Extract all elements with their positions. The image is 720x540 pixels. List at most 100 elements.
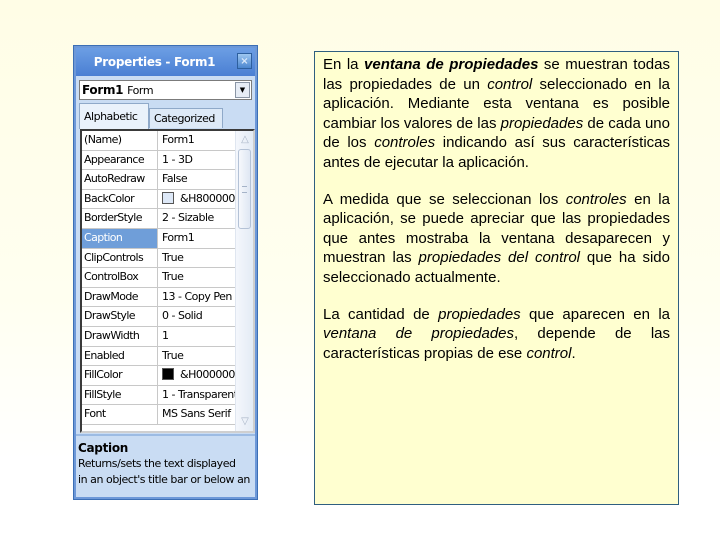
color-swatch — [162, 368, 174, 381]
property-row[interactable]: ControlBox True — [82, 268, 237, 288]
emphasis-text: propiedades del control — [418, 249, 580, 267]
property-value-text: Form1 — [162, 133, 195, 146]
description-title: Caption — [78, 441, 129, 455]
property-name[interactable]: AutoRedraw — [82, 170, 158, 189]
explanation-text-box: En la ventana de propiedades se muestran… — [314, 51, 679, 505]
property-value-text: &H000000 — [180, 368, 235, 382]
paragraph-3: La cantidad de propiedades que aparecen … — [323, 305, 670, 364]
property-name[interactable]: BorderStyle — [82, 209, 158, 228]
property-name[interactable]: Enabled — [82, 346, 158, 366]
property-value-text: False — [162, 172, 188, 186]
emphasis-text: propiedades — [500, 114, 584, 132]
text-run: que aparecen en la — [520, 305, 670, 323]
emphasis-text: controles — [374, 134, 436, 152]
color-swatch — [162, 191, 174, 204]
property-value[interactable]: 1 - 3D — [159, 151, 237, 170]
object-selector[interactable]: Form1 Form ▼ — [79, 80, 252, 100]
paragraph-2: A medida que se seleccionan los controle… — [323, 190, 670, 288]
property-value-text: 0 - Solid — [162, 309, 203, 323]
vertical-scrollbar[interactable]: △ ▽ — [235, 131, 253, 431]
property-value[interactable]: &H000000 — [159, 366, 237, 385]
emphasis-text: control — [487, 75, 533, 93]
property-value-text: 13 - Copy Pen — [162, 289, 232, 303]
tab-alphabetic[interactable]: Alphabetic — [79, 103, 149, 129]
property-value[interactable]: 13 - Copy Pen — [159, 288, 237, 307]
property-row[interactable]: DrawWidth 1 — [82, 327, 237, 347]
object-name: Form1 — [82, 83, 124, 97]
property-value[interactable]: 1 - Transparent — [159, 386, 237, 405]
scroll-up-icon[interactable]: △ — [238, 133, 252, 147]
property-row[interactable]: Appearance 1 - 3D — [82, 150, 237, 171]
paragraph-1: En la ventana de propiedades se muestran… — [323, 55, 670, 173]
text-run: A medida que se seleccionan los — [323, 190, 566, 208]
property-name[interactable]: BackColor — [82, 189, 158, 209]
property-row[interactable]: DrawStyle 0 - Solid — [82, 307, 237, 327]
property-name[interactable]: FillColor — [82, 366, 158, 385]
property-row[interactable]: Enabled True — [82, 346, 237, 367]
property-value[interactable]: Form1 — [159, 131, 237, 150]
property-value-text: &H800000 — [180, 191, 235, 205]
property-name[interactable]: Caption — [82, 229, 158, 248]
property-name[interactable]: DrawMode — [82, 287, 158, 307]
description-divider[interactable] — [76, 434, 255, 436]
property-row[interactable]: BackColor &H800000 — [82, 189, 237, 210]
property-row[interactable]: FillStyle 1 - Transparent — [82, 385, 237, 406]
property-name[interactable]: Font — [82, 405, 158, 424]
property-name[interactable]: ControlBox — [82, 268, 158, 287]
text-run: En la — [323, 56, 365, 73]
property-value-text: 1 — [162, 329, 169, 342]
property-row[interactable]: ClipControls True — [82, 248, 237, 269]
emphasis-text: ventana de propiedades — [323, 325, 515, 343]
emphasis-text: controles — [565, 190, 627, 208]
chevron-down-icon[interactable]: ▼ — [235, 82, 250, 98]
strong-emphasis: ventana de propiedades — [364, 56, 538, 73]
tab-categorized[interactable]: Categorized — [149, 108, 223, 128]
description-line: Returns/sets the text displayed — [78, 457, 236, 470]
property-value-text: MS Sans Serif — [162, 407, 231, 421]
scroll-down-icon[interactable]: ▽ — [238, 415, 252, 429]
property-value-text: 1 - Transparent — [162, 387, 237, 401]
title-bar[interactable]: Properties - Form1 × — [76, 48, 255, 76]
property-row[interactable]: AutoRedraw False — [82, 170, 237, 190]
property-value[interactable]: 1 — [159, 327, 237, 346]
property-value[interactable]: MS Sans Serif — [159, 405, 237, 424]
close-icon[interactable]: × — [237, 53, 252, 69]
property-value[interactable]: 0 - Solid — [159, 307, 237, 326]
property-name[interactable]: ClipControls — [82, 248, 158, 268]
property-value[interactable]: 2 - Sizable — [159, 209, 237, 228]
property-row[interactable]: FillColor &H000000 — [82, 366, 237, 386]
property-grid: (Name) Form1 Appearance 1 - 3D AutoRedraw Fal… — [80, 129, 255, 433]
property-value-text: True — [162, 270, 184, 284]
property-value[interactable]: True — [159, 268, 237, 287]
property-value[interactable]: True — [159, 347, 237, 366]
property-row[interactable]: (Name) Form1 — [82, 131, 237, 151]
property-value[interactable]: Form1 — [159, 229, 237, 248]
property-row[interactable]: DrawMode 13 - Copy Pen — [82, 287, 237, 308]
object-type: Form — [127, 84, 154, 97]
property-value[interactable]: True — [159, 249, 237, 268]
property-value-text: True — [162, 250, 184, 264]
property-row[interactable]: Caption Form1 — [82, 229, 237, 249]
window-title: Properties - Form1 — [93, 55, 216, 69]
property-value-text: 2 - Sizable — [162, 211, 214, 225]
property-value[interactable]: &H800000 — [159, 190, 237, 209]
description-line: in an object's title bar or below an — [78, 473, 250, 486]
property-value-text: 1 - 3D — [162, 152, 193, 166]
tab-strip: Alphabetic Categorized — [79, 103, 254, 129]
property-name[interactable]: (Name) — [82, 131, 158, 150]
property-value[interactable]: False — [159, 170, 237, 189]
scroll-thumb[interactable] — [238, 149, 251, 229]
emphasis-text: control — [526, 344, 572, 362]
description-pane: Caption Returns/sets the text displayed … — [78, 438, 255, 496]
property-name[interactable]: DrawWidth — [82, 327, 158, 346]
property-row[interactable]: Font MS Sans Serif — [82, 405, 237, 425]
text-run: . — [571, 344, 576, 362]
property-value-text: True — [162, 348, 184, 362]
property-name[interactable]: DrawStyle — [82, 307, 158, 326]
property-name[interactable]: Appearance — [82, 150, 158, 170]
emphasis-text: ventana de propiedades — [364, 56, 539, 73]
properties-window: Properties - Form1 × Form1 Form ▼ Alphab… — [73, 45, 258, 500]
property-row[interactable]: BorderStyle 2 - Sizable — [82, 209, 237, 229]
emphasis-text: propiedades — [438, 305, 521, 323]
property-name[interactable]: FillStyle — [82, 385, 158, 405]
